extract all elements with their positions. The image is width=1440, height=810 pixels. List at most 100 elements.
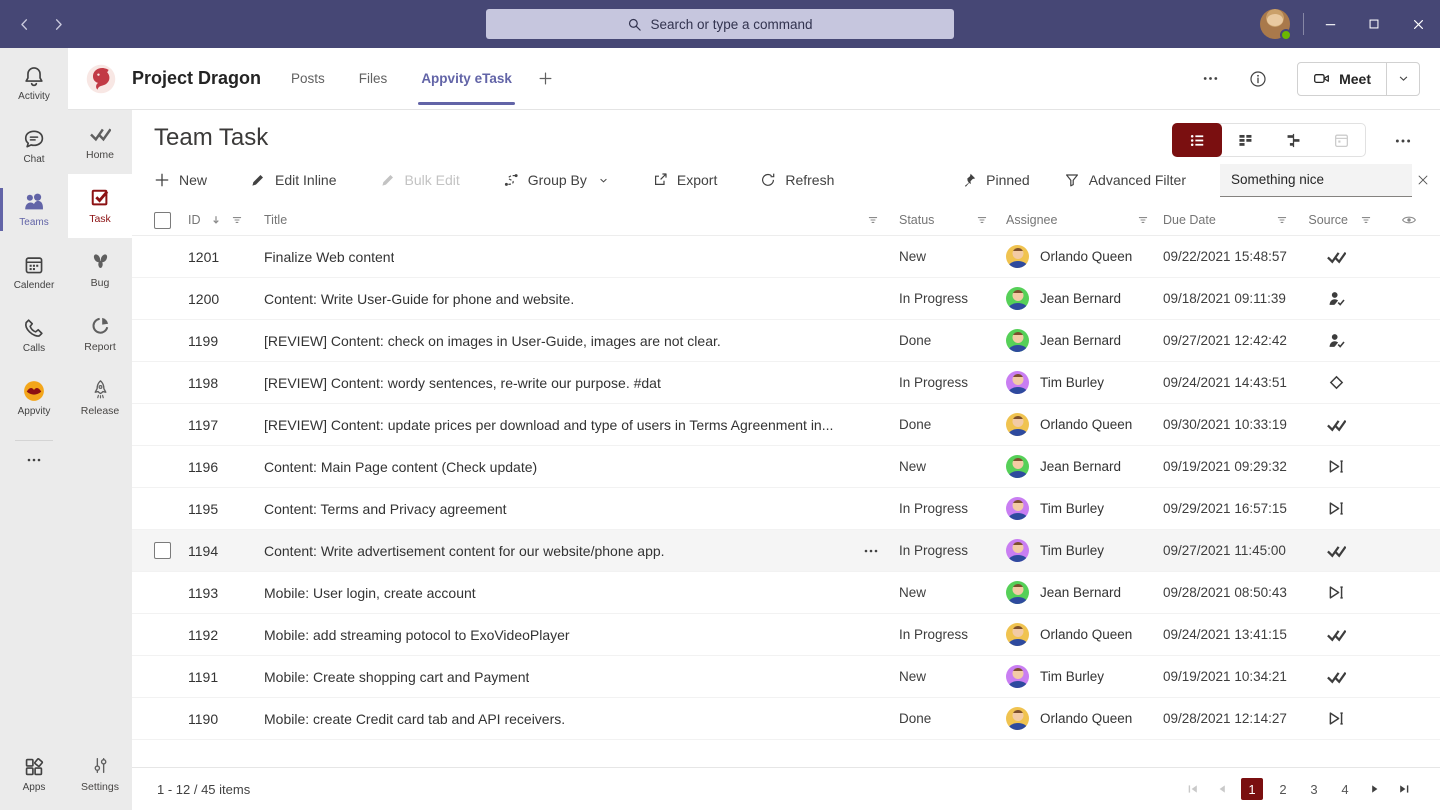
advanced-filter-button[interactable]: Advanced Filter — [1064, 172, 1186, 188]
group-by-button[interactable]: Group By — [503, 172, 609, 188]
filter-icon[interactable] — [976, 214, 988, 226]
task-title[interactable]: Content: Terms and Privacy agreement — [264, 501, 507, 517]
calendar-icon — [23, 254, 45, 276]
eye-icon[interactable] — [1401, 212, 1417, 228]
sidebar-item-release[interactable]: Release — [68, 366, 132, 430]
select-all-checkbox[interactable] — [154, 212, 171, 229]
table-row[interactable]: 1191 Mobile: Create shopping cart and Pa… — [132, 656, 1440, 698]
table-row[interactable]: 1198 [REVIEW] Content: wordy sentences, … — [132, 362, 1440, 404]
export-button[interactable]: Export — [652, 172, 717, 188]
timeline-view-button[interactable] — [1269, 124, 1317, 156]
column-header-title[interactable]: Title — [264, 213, 287, 227]
close-button[interactable] — [1396, 0, 1440, 48]
task-title[interactable]: Mobile: Create shopping cart and Payment — [264, 669, 529, 685]
refresh-button[interactable]: Refresh — [760, 172, 834, 188]
table-row[interactable]: 1192 Mobile: add streaming potocol to Ex… — [132, 614, 1440, 656]
channel-more-button[interactable] — [1202, 70, 1219, 87]
sidebar-item-task[interactable]: Task — [68, 174, 132, 238]
task-search-box[interactable] — [1220, 164, 1412, 197]
sidebar-item-settings[interactable]: Settings — [68, 742, 132, 806]
sidebar-item-teams[interactable]: Teams — [0, 178, 68, 241]
filter-icon[interactable] — [1276, 214, 1288, 226]
source-icon — [1327, 709, 1346, 728]
sidebar-item-report[interactable]: Report — [68, 302, 132, 366]
row-checkbox[interactable] — [154, 542, 171, 559]
table-row[interactable]: 1199 [REVIEW] Content: check on images i… — [132, 320, 1440, 362]
table-row[interactable]: 1196 Content: Main Page content (Check u… — [132, 446, 1440, 488]
page-2-button[interactable]: 2 — [1272, 778, 1294, 800]
page-3-button[interactable]: 3 — [1303, 778, 1325, 800]
more-apps-button[interactable] — [0, 443, 68, 477]
task-title[interactable]: Finalize Web content — [264, 249, 394, 265]
clear-search-icon[interactable] — [1416, 173, 1430, 187]
sidebar-item-home[interactable]: Home — [68, 110, 132, 174]
sidebar-item-chat[interactable]: Chat — [0, 115, 68, 178]
sort-descending-icon[interactable] — [210, 214, 222, 226]
next-page-button[interactable] — [1365, 779, 1385, 799]
user-avatar[interactable] — [1260, 9, 1290, 39]
task-title[interactable]: [REVIEW] Content: check on images in Use… — [264, 333, 721, 349]
calendar-view-button[interactable] — [1317, 124, 1365, 156]
new-button[interactable]: New — [154, 172, 207, 188]
sidebar-item-bug[interactable]: Bug — [68, 238, 132, 302]
minimize-button[interactable] — [1308, 0, 1352, 48]
table-row[interactable]: 1193 Mobile: User login, create account … — [132, 572, 1440, 614]
back-button[interactable] — [14, 14, 34, 34]
column-header-due-date[interactable]: Due Date — [1163, 213, 1216, 227]
column-header-source[interactable]: Source — [1308, 213, 1348, 227]
filter-icon[interactable] — [231, 214, 243, 226]
sidebar-item-activity[interactable]: Activity — [0, 52, 68, 115]
meet-options-button[interactable] — [1386, 63, 1419, 95]
command-search-bar[interactable]: Search or type a command — [486, 9, 954, 39]
forward-button[interactable] — [48, 14, 68, 34]
filter-icon[interactable] — [1360, 214, 1372, 226]
last-page-button[interactable] — [1394, 779, 1414, 799]
table-row[interactable]: 1197 [REVIEW] Content: update prices per… — [132, 404, 1440, 446]
channel-header: Project Dragon Posts Files Appvity eTask… — [68, 48, 1440, 110]
pinned-button[interactable]: Pinned — [961, 172, 1030, 188]
table-row[interactable]: 1194 Content: Write advertisement conten… — [132, 530, 1440, 572]
sidebar-item-appvity[interactable]: Appvity — [0, 367, 68, 430]
sidebar-item-calls[interactable]: Calls — [0, 304, 68, 367]
row-actions-button[interactable] — [863, 543, 879, 559]
sidebar-item-calendar[interactable]: Calender — [0, 241, 68, 304]
task-title[interactable]: Content: Main Page content (Check update… — [264, 459, 537, 475]
column-header-id[interactable]: ID — [188, 213, 201, 227]
task-title[interactable]: Mobile: add streaming potocol to ExoVide… — [264, 627, 570, 643]
previous-page-button[interactable] — [1212, 779, 1232, 799]
pin-icon — [961, 172, 977, 188]
task-search-input[interactable] — [1231, 172, 1408, 187]
channel-info-button[interactable] — [1249, 70, 1267, 88]
table-row[interactable]: 1195 Content: Terms and Privacy agreemen… — [132, 488, 1440, 530]
page-4-button[interactable]: 4 — [1334, 778, 1356, 800]
filter-icon[interactable] — [1137, 214, 1149, 226]
meet-button[interactable]: Meet — [1298, 63, 1386, 95]
view-more-button[interactable] — [1394, 132, 1412, 150]
table-row[interactable]: 1190 Mobile: create Credit card tab and … — [132, 698, 1440, 740]
maximize-button[interactable] — [1352, 0, 1396, 48]
column-header-assignee[interactable]: Assignee — [1006, 213, 1057, 227]
task-title[interactable]: Content: Write User-Guide for phone and … — [264, 291, 574, 307]
edit-inline-button[interactable]: Edit Inline — [250, 172, 336, 188]
tab-posts[interactable]: Posts — [291, 48, 325, 110]
task-title[interactable]: Mobile: User login, create account — [264, 585, 476, 601]
filter-icon[interactable] — [867, 214, 879, 226]
task-title[interactable]: [REVIEW] Content: update prices per down… — [264, 417, 833, 433]
table-row[interactable]: 1200 Content: Write User-Guide for phone… — [132, 278, 1440, 320]
sidebar-item-apps[interactable]: Apps — [0, 743, 68, 806]
page-1-button[interactable]: 1 — [1241, 778, 1263, 800]
first-page-button[interactable] — [1183, 779, 1203, 799]
tab-files[interactable]: Files — [359, 48, 388, 110]
add-tab-button[interactable] — [538, 71, 553, 86]
task-title[interactable]: Mobile: create Credit card tab and API r… — [264, 711, 565, 727]
bulk-edit-button[interactable]: Bulk Edit — [380, 172, 460, 188]
task-title[interactable]: [REVIEW] Content: wordy sentences, re-wr… — [264, 375, 661, 391]
task-due-date: 09/28/2021 08:50:43 — [1163, 585, 1287, 600]
table-row[interactable]: 1201 Finalize Web content New Orlando Qu… — [132, 236, 1440, 278]
board-view-button[interactable] — [1221, 124, 1269, 156]
column-header-status[interactable]: Status — [899, 213, 934, 227]
tab-appvity-etask[interactable]: Appvity eTask — [421, 48, 512, 110]
list-view-button[interactable] — [1172, 123, 1222, 157]
task-title[interactable]: Content: Write advertisement content for… — [264, 543, 665, 559]
source-icon — [1327, 415, 1346, 434]
